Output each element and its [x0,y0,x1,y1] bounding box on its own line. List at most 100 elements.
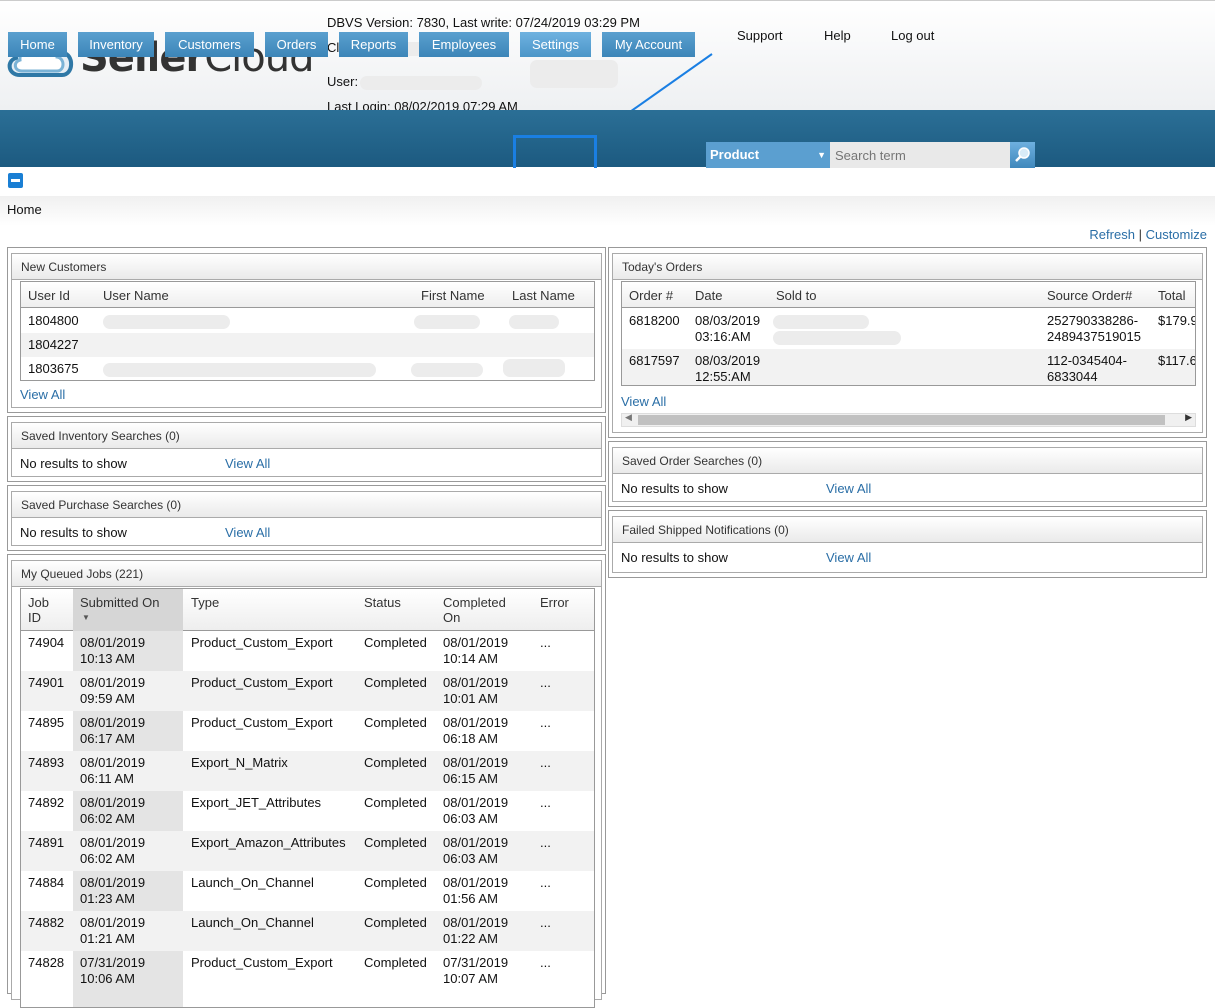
cell-error[interactable]: ... [540,955,551,971]
tab-home[interactable]: Home [8,32,67,57]
saved-order-widget: Saved Order Searches (0) No results to s… [608,441,1207,507]
cell-sub-time: 09:59 AM [80,691,135,706]
cell-id: 74893 [28,755,65,770]
cell-id: 74882 [28,915,65,930]
cell-comp-date: 08/01/2019 [443,795,509,810]
failed-shipped-widget: Failed Shipped Notifications (0) No resu… [608,510,1207,578]
cell-type: Product_Custom_Export [191,955,333,970]
cell-comp-date: 08/01/2019 [443,675,509,690]
view-all-link[interactable]: View All [621,394,666,409]
col-type[interactable]: Type [191,595,219,610]
breadcrumb-bar [0,196,1215,226]
tab-orders[interactable]: Orders [265,32,328,57]
cell-error[interactable]: ... [540,915,551,931]
col-first-name[interactable]: First Name [421,288,485,303]
cell-comp-date: 07/31/2019 [443,955,509,970]
search-input[interactable] [830,142,1010,168]
cell-comp-time: 06:03 AM [443,811,498,826]
tab-inventory[interactable]: Inventory [78,32,154,57]
cell-status: Completed [364,955,427,970]
cell-error[interactable]: ... [540,875,551,891]
col-date[interactable]: Date [695,288,722,303]
col-total[interactable]: Total [1158,288,1185,303]
redacted-first-name [414,315,480,329]
scroll-right-icon[interactable]: ▶ [1185,412,1192,423]
queued-jobs-panel: My Queued Jobs (221) Job ID Submitted On… [11,560,602,1008]
view-all-link[interactable]: View All [826,550,871,565]
scroll-thumb[interactable] [638,415,1165,425]
cell-comp-time: 10:01 AM [443,691,498,706]
cell-type: Product_Custom_Export [191,675,333,690]
cell-id: 74901 [28,675,65,690]
collapse-icon[interactable] [8,173,23,188]
queued-jobs-widget: My Queued Jobs (221) Job ID Submitted On… [7,554,606,1008]
cell-sub-time: 06:02 AM [80,851,135,866]
new-customers-panel: New Customers User Id User Name First Na… [11,253,602,408]
view-all-link[interactable]: View All [20,387,65,402]
col-source-order[interactable]: Source Order# [1047,288,1132,303]
help-link[interactable]: Help [824,28,851,43]
cell-error[interactable]: ... [540,835,551,851]
cell-type: Launch_On_Channel [191,875,314,890]
col-order-number[interactable]: Order # [629,288,673,303]
cell-type: Export_JET_Attributes [191,795,322,810]
col-submitted-on[interactable]: Submitted On ▼ [80,595,160,625]
todays-orders-table: Order # Date Sold to Source Order# Total… [621,281,1196,386]
cell-id: 74828 [28,955,65,970]
cell-comp-time: 06:18 AM [443,731,498,746]
panel-title: Saved Order Searches (0) [613,448,1202,474]
account-info: DBVS Version: 7830, Last write: 07/24/20… [327,10,640,119]
cell-status: Completed [364,715,427,730]
view-all-link[interactable]: View All [826,481,871,496]
cell-comp-date: 08/01/2019 [443,875,509,890]
cell-error[interactable]: ... [540,635,551,651]
cell-sub-date: 08/01/2019 [80,635,146,650]
search-icon [1015,147,1030,162]
support-link[interactable]: Support [737,28,783,43]
saved-inventory-widget: Saved Inventory Searches (0) No results … [7,416,606,482]
tab-reports[interactable]: Reports [339,32,408,57]
cell-sub-date: 08/01/2019 [80,795,146,810]
cell-type: Product_Custom_Export [191,635,333,650]
col-status[interactable]: Status [364,595,401,610]
view-all-link[interactable]: View All [225,525,270,540]
redacted-user [360,75,483,90]
customize-link[interactable]: Customize [1146,227,1207,242]
search-type-value: Product [710,147,760,162]
col-user-name[interactable]: User Name [103,288,169,303]
cell-error[interactable]: ... [540,755,551,771]
cell-sub-date: 07/31/2019 [80,955,146,970]
col-user-id[interactable]: User Id [28,288,70,303]
col-completed-on[interactable]: Completed On [443,595,506,625]
cell-type: Product_Custom_Export [191,715,333,730]
tab-settings[interactable]: Settings [520,32,591,57]
col-sold-to[interactable]: Sold to [776,288,816,303]
cell-error[interactable]: ... [540,795,551,811]
redacted-extra [530,60,619,88]
cell-error[interactable]: ... [540,675,551,691]
saved-order-panel: Saved Order Searches (0) No results to s… [612,447,1203,502]
search-type-select[interactable]: Product ▼ [706,142,830,168]
col-error[interactable]: Error [540,595,569,610]
search-button[interactable] [1010,142,1035,168]
tab-my-account[interactable]: My Account [602,32,695,57]
cell-error[interactable]: ... [540,715,551,731]
col-last-name[interactable]: Last Name [512,288,575,303]
sub-bar [0,168,1215,198]
cell-id: 74895 [28,715,65,730]
horizontal-scrollbar[interactable]: ◀ ▶ [621,412,1196,427]
cell-sub-date: 08/01/2019 [80,875,146,890]
redacted-first-name [411,363,483,377]
logout-link[interactable]: Log out [891,28,934,43]
tab-customers[interactable]: Customers [165,32,254,57]
view-all-link[interactable]: View All [225,456,270,471]
refresh-link[interactable]: Refresh [1089,227,1135,242]
redacted-last-name [503,359,565,377]
scroll-left-icon[interactable]: ◀ [625,412,632,423]
tab-employees[interactable]: Employees [419,32,509,57]
empty-message: No results to show [621,481,728,496]
cell-comp-date: 08/01/2019 [443,635,509,650]
toolbar-separator: | [1138,227,1142,242]
col-job-id[interactable]: Job ID [28,595,49,625]
panel-title: Saved Inventory Searches (0) [12,423,601,449]
